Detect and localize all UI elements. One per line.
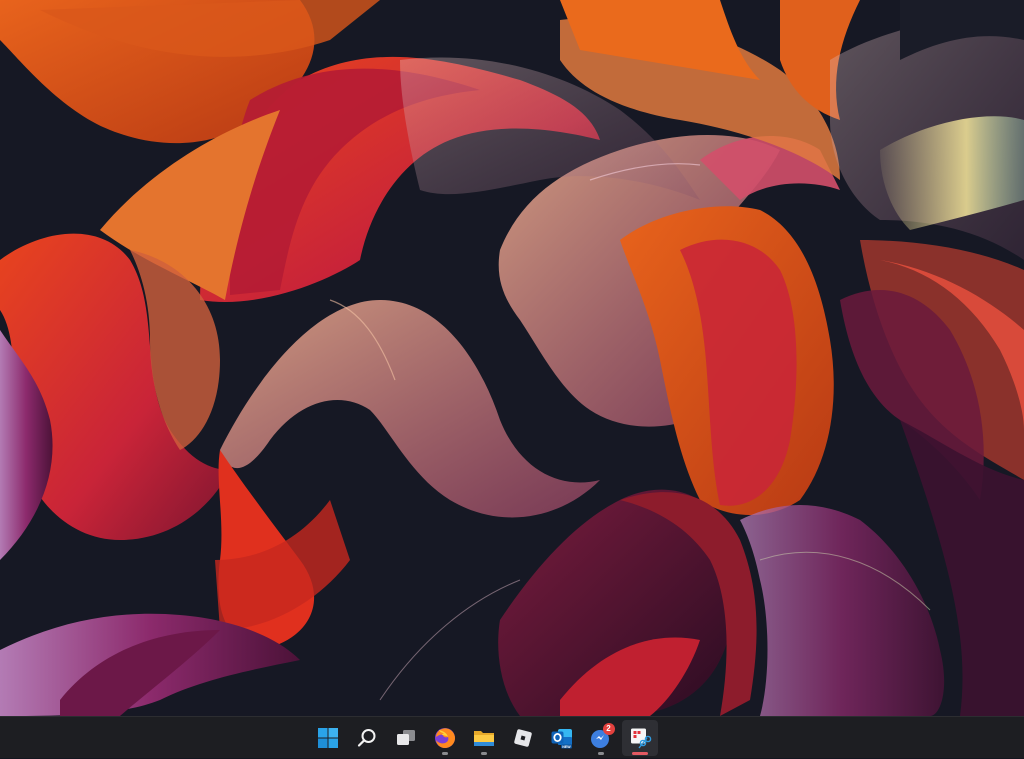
roblox-button[interactable] (505, 720, 541, 756)
search-button[interactable] (349, 720, 385, 756)
task-view-button[interactable] (388, 720, 424, 756)
running-indicator (597, 752, 604, 755)
file-explorer-button[interactable] (466, 720, 502, 756)
messenger-app-button[interactable]: 2 (583, 720, 619, 756)
active-window-indicator (631, 752, 648, 755)
firefox-button[interactable] (427, 720, 463, 756)
windows-logo-icon (317, 728, 338, 748)
outlook-new-icon: NEW (551, 729, 572, 749)
abstract-ribbon-wallpaper (0, 0, 1024, 716)
firefox-icon (434, 728, 455, 748)
task-view-icon (396, 730, 415, 745)
snipping-tool-icon (630, 728, 651, 749)
taskbar: NEW 2 (0, 716, 1024, 758)
running-indicator (441, 752, 448, 755)
notification-badge: 2 (602, 723, 615, 735)
folder-icon (473, 731, 494, 746)
desktop (0, 0, 1024, 716)
start-button[interactable] (310, 720, 346, 756)
taskbar-pinned-apps: NEW 2 (308, 717, 659, 759)
outlook-new-button[interactable]: NEW (544, 720, 580, 756)
roblox-icon (513, 729, 532, 747)
running-indicator (480, 752, 487, 755)
snipping-tool-button[interactable] (621, 720, 658, 756)
svg-text:NEW: NEW (562, 745, 571, 749)
search-icon (357, 729, 375, 747)
